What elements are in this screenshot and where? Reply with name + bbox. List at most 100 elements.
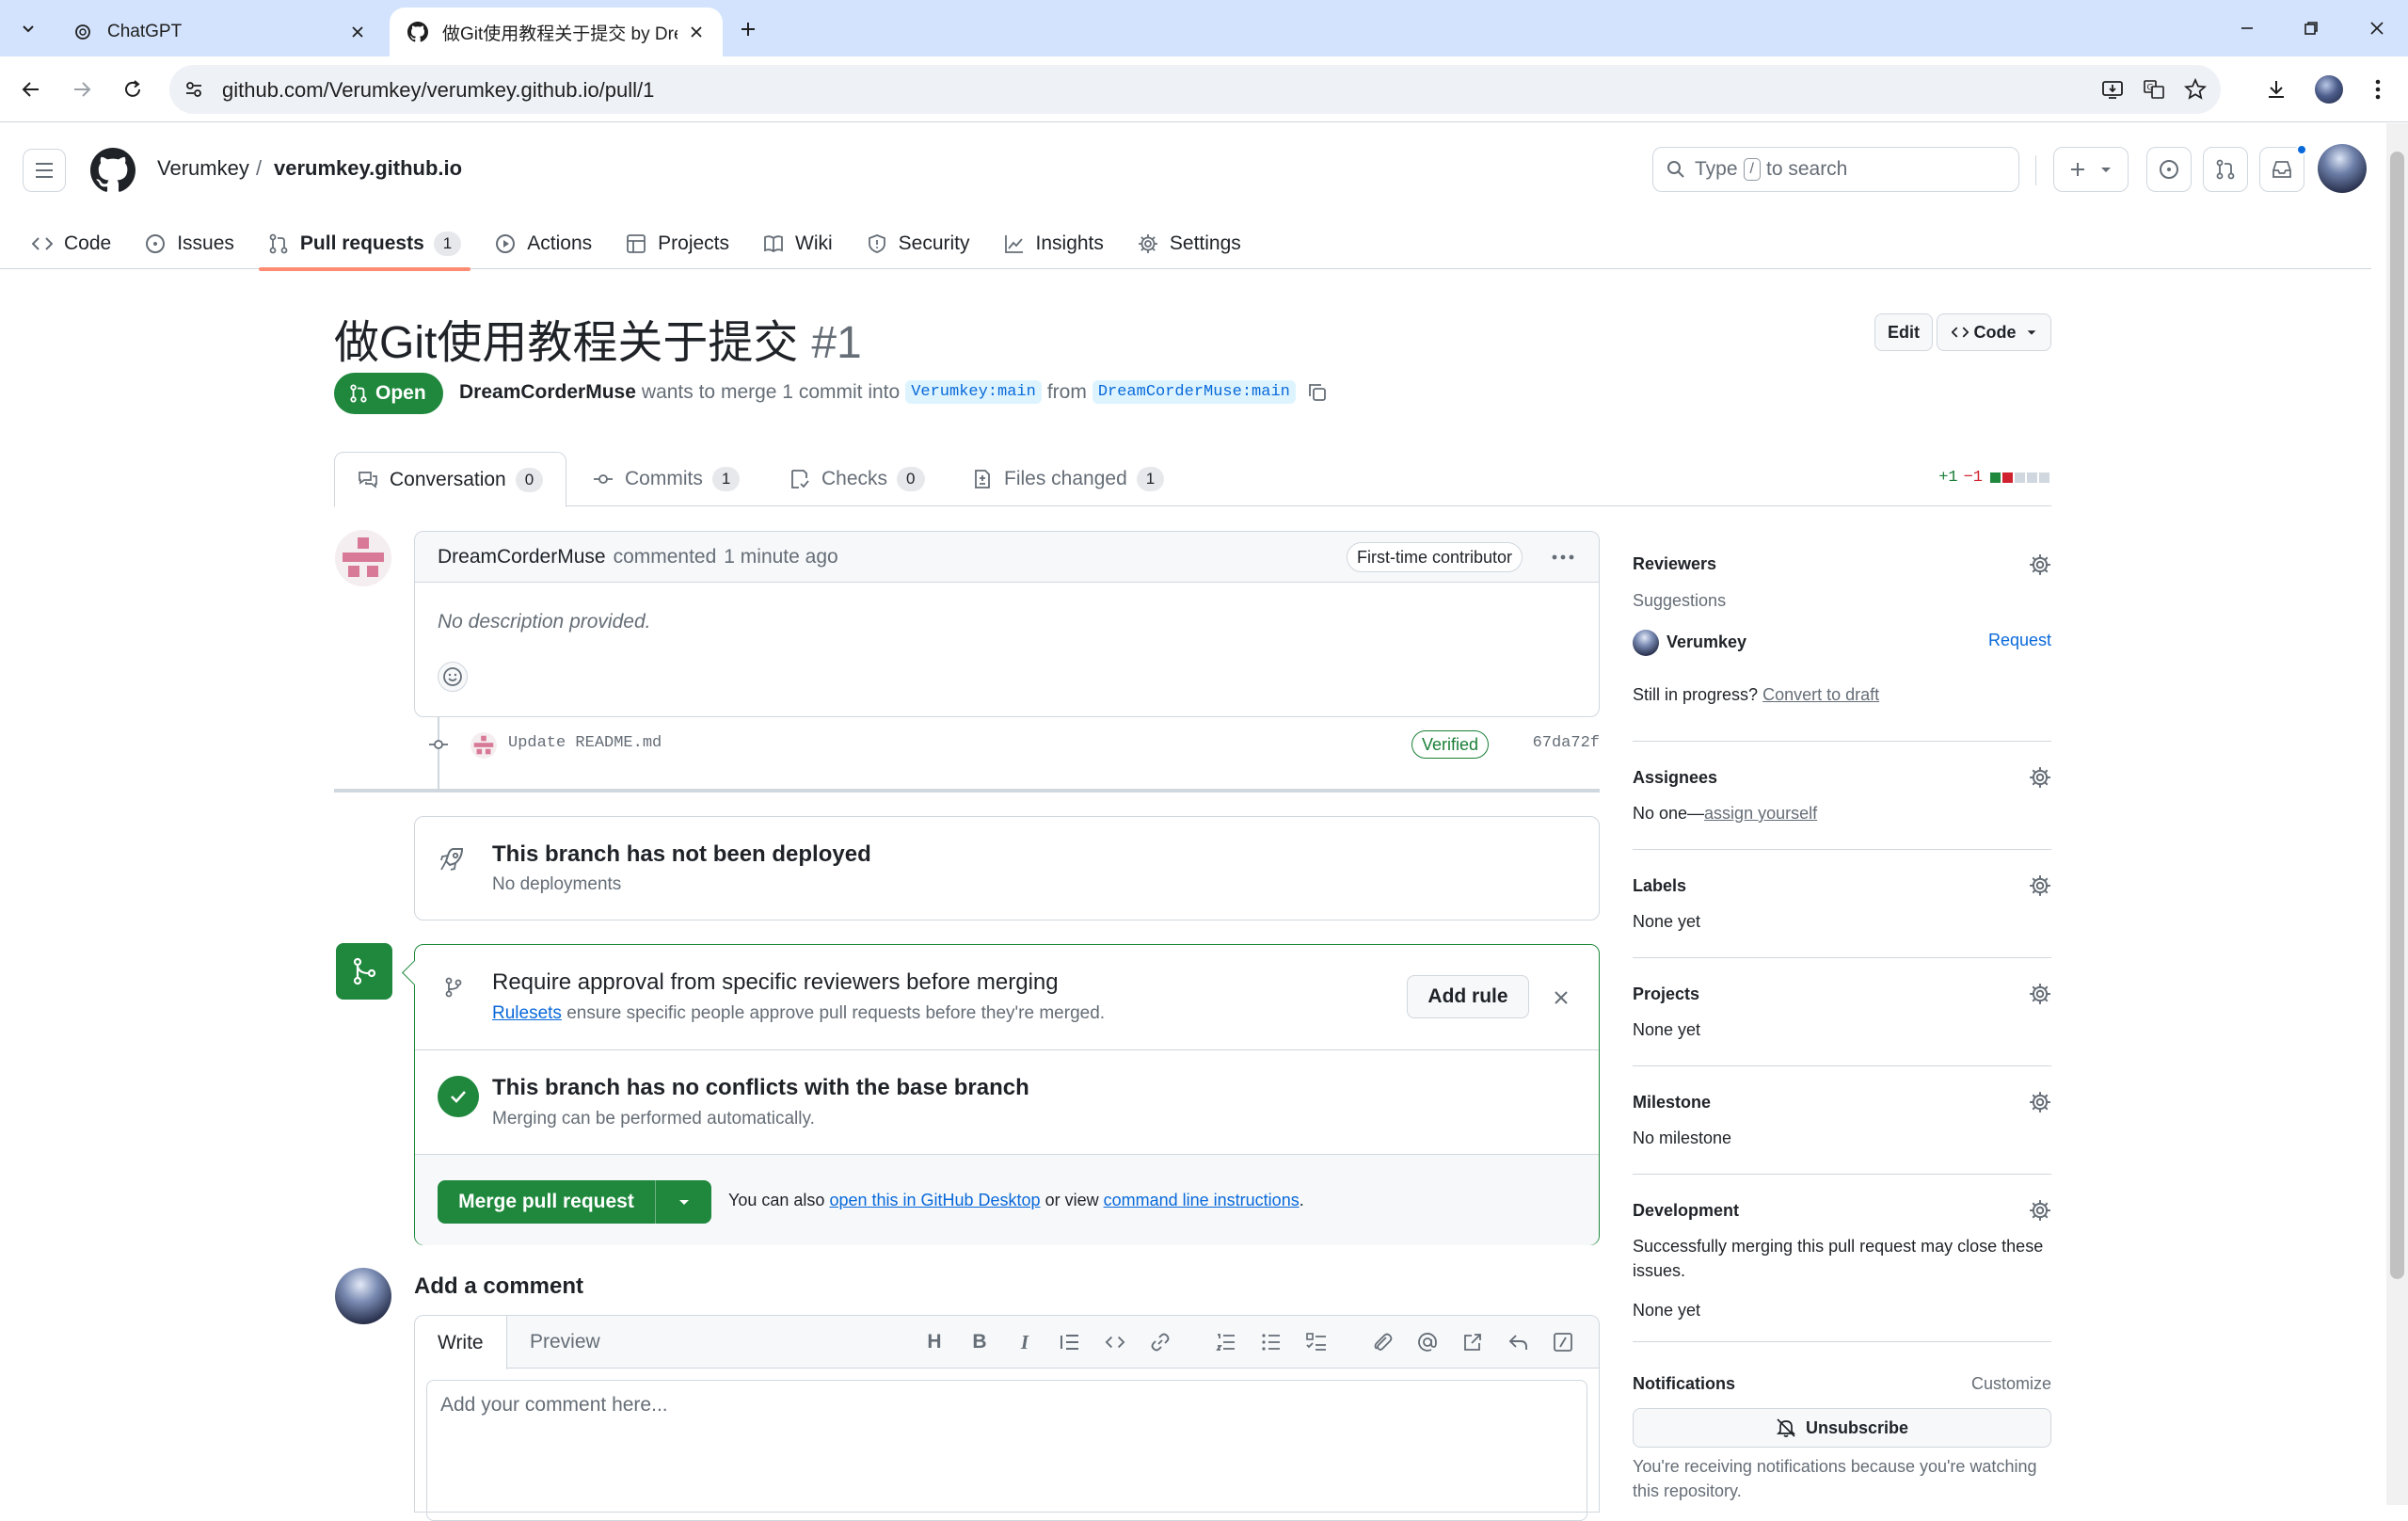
close-window-icon[interactable]	[2360, 13, 2394, 43]
smiley-icon[interactable]	[438, 662, 468, 692]
github-desktop-link[interactable]: open this in GitHub Desktop	[829, 1191, 1040, 1209]
tab-projects[interactable]: Projects	[626, 217, 729, 270]
bold-icon[interactable]: B	[966, 1329, 993, 1355]
edit-button[interactable]: Edit	[1874, 313, 1933, 351]
slash-command-icon[interactable]	[1550, 1329, 1576, 1355]
close-tab-icon[interactable]	[346, 21, 369, 43]
restore-icon[interactable]	[2294, 13, 2328, 43]
site-info-icon[interactable]	[183, 78, 205, 101]
tab-actions[interactable]: Actions	[495, 217, 592, 270]
gear-icon[interactable]	[2029, 766, 2051, 789]
mention-icon[interactable]	[1414, 1329, 1441, 1355]
notifications-line2: this repository.	[1633, 1481, 1742, 1500]
cross-reference-icon[interactable]	[1459, 1329, 1486, 1355]
browser-tab-bar: ChatGPT 做Git使用教程关于提交 by DreamCorderMuse …	[0, 0, 2408, 56]
gear-icon[interactable]	[2029, 553, 2051, 576]
tab-security[interactable]: Security	[867, 217, 970, 270]
reload-icon[interactable]	[117, 73, 149, 105]
github-logo-icon[interactable]	[90, 148, 136, 193]
sidebar-assignees: Assignees No one—assign yourself	[1633, 742, 2051, 850]
kebab-horizontal-icon[interactable]	[1544, 543, 1582, 571]
browser-tab-chatgpt[interactable]: ChatGPT	[55, 8, 384, 56]
heading-icon[interactable]: H	[921, 1329, 948, 1355]
add-rule-button[interactable]: Add rule	[1407, 975, 1529, 1018]
avatar[interactable]	[335, 530, 391, 586]
reply-icon[interactable]	[1505, 1329, 1531, 1355]
avatar[interactable]	[335, 1268, 391, 1324]
install-app-icon[interactable]	[2100, 77, 2125, 102]
new-tab-icon[interactable]	[734, 15, 762, 43]
ordered-list-icon[interactable]	[1213, 1329, 1239, 1355]
tab-checks[interactable]: Checks 0	[789, 452, 925, 506]
tab-files-changed[interactable]: Files changed 1	[972, 452, 1165, 506]
comment-textarea[interactable]: Add your comment here...	[426, 1380, 1587, 1521]
code-icon[interactable]	[1102, 1329, 1128, 1355]
italic-icon[interactable]: I	[1012, 1329, 1038, 1355]
convert-to-draft-link[interactable]: Convert to draft	[1762, 685, 1879, 704]
tab-wiki[interactable]: Wiki	[763, 217, 833, 270]
commit-sha[interactable]: 67da72f	[1533, 734, 1600, 752]
downloads-icon[interactable]	[2260, 73, 2292, 105]
avatar[interactable]	[2318, 144, 2367, 193]
paperclip-icon[interactable]	[1369, 1329, 1395, 1355]
tab-pull-requests[interactable]: Pull requests 1	[258, 217, 471, 271]
code-button[interactable]: Code	[1937, 313, 2051, 351]
bookmark-star-icon[interactable]	[2183, 77, 2208, 102]
tab-write[interactable]: Write	[415, 1316, 507, 1369]
breadcrumb-owner[interactable]: Verumkey	[157, 156, 249, 181]
gear-icon[interactable]	[2029, 1091, 2051, 1113]
gear-icon[interactable]	[2029, 983, 2051, 1005]
back-icon[interactable]	[15, 73, 47, 105]
address-bar[interactable]: github.com/Verumkey/verumkey.github.io/p…	[169, 65, 2221, 114]
quote-icon[interactable]	[1057, 1329, 1083, 1355]
scrollbar-thumb[interactable]	[2390, 152, 2404, 1279]
browser-tab-github[interactable]: 做Git使用教程关于提交 by DreamCorderMuse · Pull R…	[390, 8, 723, 56]
link-icon[interactable]	[1147, 1329, 1173, 1355]
tab-conversation[interactable]: Conversation 0	[334, 452, 567, 507]
unsubscribe-button[interactable]: Unsubscribe	[1633, 1408, 2051, 1448]
profile-icon[interactable]	[2313, 73, 2345, 105]
rulesets-link[interactable]: Rulesets	[492, 1003, 562, 1023]
page-scrollbar[interactable]	[2386, 123, 2408, 1505]
head-branch[interactable]: DreamCorderMuse:main	[1092, 380, 1296, 404]
breadcrumb-repo[interactable]: verumkey.github.io	[274, 156, 462, 181]
tab-issues[interactable]: Issues	[145, 217, 234, 270]
translate-icon[interactable]: G	[2142, 77, 2166, 102]
close-icon[interactable]	[1550, 986, 1572, 1009]
pull-requests-button[interactable]	[2203, 147, 2248, 192]
browser-menu-icon[interactable]	[2362, 73, 2394, 105]
close-tab-icon[interactable]	[685, 21, 708, 43]
gear-icon[interactable]	[2029, 874, 2051, 897]
tab-code[interactable]: Code	[32, 217, 111, 270]
customize-link[interactable]: Customize	[1971, 1374, 2051, 1394]
comment-time[interactable]: 1 minute ago	[724, 546, 837, 568]
tab-label: Files changed	[1004, 468, 1127, 489]
forward-icon[interactable]	[66, 73, 98, 105]
command-line-link[interactable]: command line instructions	[1104, 1191, 1300, 1209]
issues-button[interactable]	[2146, 147, 2192, 192]
create-new-button[interactable]	[2053, 147, 2129, 192]
menu-icon[interactable]	[23, 149, 66, 192]
request-review-link[interactable]: Request	[1988, 631, 2051, 650]
merge-pull-request-button[interactable]: Merge pull request	[438, 1180, 711, 1224]
tab-commits[interactable]: Commits 1	[593, 452, 741, 506]
suggested-reviewer[interactable]: Verumkey	[1666, 632, 1746, 652]
base-branch[interactable]: Verumkey:main	[905, 380, 1042, 404]
avatar[interactable]	[470, 732, 497, 759]
minimize-icon[interactable]	[2230, 13, 2264, 43]
tab-preview[interactable]: Preview	[507, 1316, 623, 1369]
tab-settings[interactable]: Settings	[1138, 217, 1241, 270]
gear-icon[interactable]	[2029, 1199, 2051, 1222]
triangle-down-icon[interactable]	[655, 1180, 711, 1224]
search-input[interactable]: Type / to search	[1652, 147, 2019, 192]
pr-author-link[interactable]: DreamCorderMuse	[459, 381, 636, 404]
assign-yourself-link[interactable]: assign yourself	[1704, 804, 1817, 823]
tab-insights[interactable]: Insights	[1004, 217, 1104, 270]
commit-message[interactable]: Update README.md	[508, 734, 662, 752]
unordered-list-icon[interactable]	[1258, 1329, 1284, 1355]
task-list-icon[interactable]	[1303, 1329, 1330, 1355]
tab-search-icon[interactable]	[13, 13, 43, 43]
comment-author[interactable]: DreamCorderMuse	[438, 546, 606, 568]
verified-badge[interactable]: Verified	[1411, 730, 1490, 759]
copy-icon[interactable]	[1307, 382, 1328, 403]
